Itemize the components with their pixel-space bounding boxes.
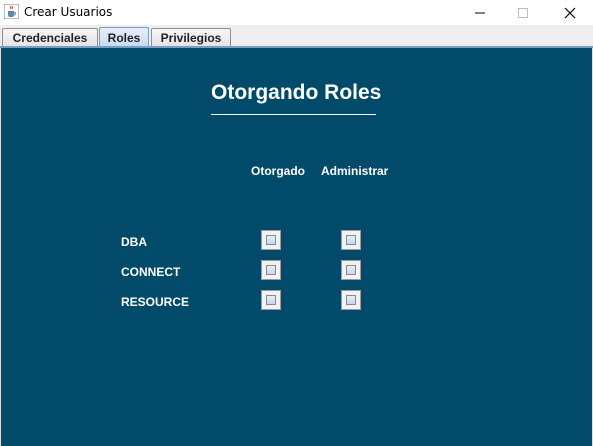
tab-label: Credenciales — [12, 30, 88, 45]
page-title: Otorgando Roles — [211, 81, 382, 104]
role-label-dba: DBA — [121, 235, 147, 249]
checkbox-dba-admin[interactable] — [341, 230, 361, 250]
column-header-admin: Administrar — [321, 164, 389, 178]
role-label-resource: RESOURCE — [121, 295, 190, 309]
tab-strip: Credenciales Roles Privilegios — [0, 25, 593, 47]
tab-privilegios[interactable]: Privilegios — [151, 28, 231, 46]
role-label-connect: CONNECT — [121, 265, 181, 279]
tab-credenciales[interactable]: Credenciales — [2, 28, 98, 46]
java-cup-icon — [3, 3, 20, 20]
checkbox-resource-admin[interactable] — [341, 290, 361, 310]
tab-label: Roles — [107, 30, 141, 45]
maximize-icon — [518, 7, 528, 18]
minimize-icon — [475, 12, 485, 13]
checkbox-connect-admin[interactable] — [341, 260, 361, 280]
roles-panel — [0, 48, 593, 446]
minimize-button[interactable] — [457, 0, 503, 25]
title-bar: Crear Usuarios — [0, 0, 593, 25]
close-icon — [564, 7, 576, 18]
maximize-button[interactable] — [500, 0, 546, 25]
title-underline — [211, 114, 376, 115]
window-title: Crear Usuarios — [24, 5, 113, 19]
checkbox-resource-granted[interactable] — [261, 290, 281, 310]
column-header-granted: Otorgado — [251, 164, 305, 178]
checkbox-dba-granted[interactable] — [261, 230, 281, 250]
close-button[interactable] — [547, 0, 593, 25]
tab-roles[interactable]: Roles — [99, 27, 149, 47]
checkbox-connect-granted[interactable] — [261, 260, 281, 280]
tab-label: Privilegios — [160, 30, 222, 45]
